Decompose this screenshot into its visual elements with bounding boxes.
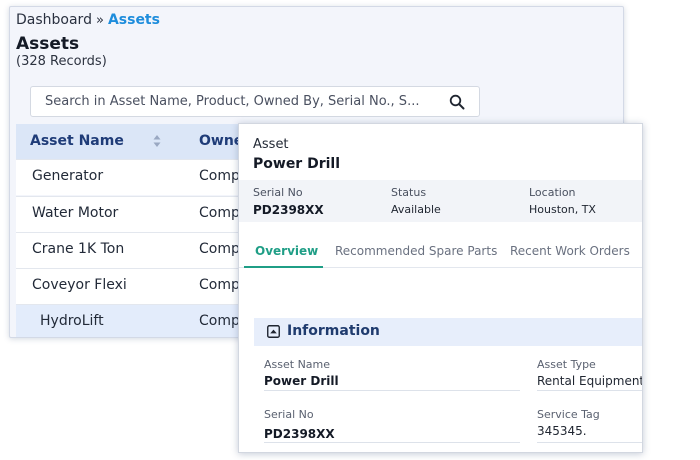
detail-header-label: Asset [253, 137, 289, 152]
field-divider [264, 442, 520, 443]
search-icon[interactable] [449, 94, 465, 110]
field-divider [264, 390, 520, 391]
summary-serial-value: PD2398XX [253, 203, 324, 217]
sort-icon[interactable] [152, 134, 162, 148]
service-tag-value: 345345. [537, 424, 587, 438]
summary-location-label: Location [529, 186, 576, 199]
active-tab-indicator [244, 266, 323, 268]
serial-no-label: Serial No [264, 408, 314, 421]
summary-serial-label: Serial No [253, 186, 303, 199]
asset-type-value: Rental Equipment [537, 374, 643, 388]
column-header-asset-name[interactable]: Asset Name [30, 133, 124, 149]
asset-name-value: Power Drill [264, 374, 339, 388]
asset-name-cell: Coveyor Flexi [32, 277, 127, 293]
breadcrumb-current-assets[interactable]: Assets [108, 12, 160, 28]
asset-name-cell: Crane 1K Ton [32, 241, 125, 257]
breadcrumb: Dashboard» Assets [16, 12, 160, 28]
detail-tabs: Overview Recommended Spare Parts Recent … [239, 230, 642, 268]
summary-status-label: Status [391, 186, 427, 199]
breadcrumb-dashboard-link[interactable]: Dashboard [16, 12, 92, 28]
tab-overview[interactable]: Overview [255, 244, 318, 258]
asset-name-cell: HydroLift [40, 313, 104, 329]
tab-recent-work-orders[interactable]: Recent Work Orders [510, 244, 630, 258]
search-box [30, 86, 480, 117]
page-title: Assets [16, 34, 80, 54]
asset-detail-card: Asset Power Drill Serial No PD2398XX Sta… [238, 123, 643, 453]
asset-name-cell: Generator [32, 168, 104, 184]
summary-status-value: Available [391, 203, 441, 216]
record-count: (328 Records) [16, 54, 107, 69]
asset-name-cell: Water Motor [32, 205, 119, 221]
detail-title: Power Drill [253, 156, 341, 172]
service-tag-label: Service Tag [537, 408, 600, 421]
breadcrumb-separator: » [95, 13, 104, 28]
field-divider [537, 442, 642, 443]
collapse-icon[interactable] [267, 325, 280, 338]
summary-bar: Serial No PD2398XX Status Available Loca… [239, 180, 642, 222]
asset-name-label: Asset Name [264, 358, 331, 371]
information-section-header[interactable]: Information [254, 318, 642, 346]
serial-no-value: PD2398XX [264, 427, 335, 441]
column-header-owned-by[interactable]: Owne [199, 133, 243, 149]
tab-recommended-spare-parts[interactable]: Recommended Spare Parts [335, 244, 497, 258]
search-input[interactable] [31, 87, 436, 116]
asset-type-label: Asset Type [537, 358, 596, 371]
field-divider [537, 390, 642, 391]
information-section-title: Information [287, 323, 380, 339]
summary-location-value: Houston, TX [529, 203, 596, 216]
